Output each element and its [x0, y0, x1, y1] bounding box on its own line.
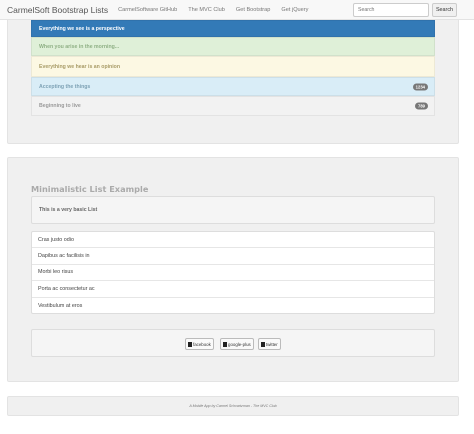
list-group-item-info[interactable]: Accepting the things 1234 — [31, 77, 435, 96]
list-item[interactable]: Morbi leo risus — [32, 265, 434, 282]
list-item[interactable]: Dapibus ac facilisis in — [32, 248, 434, 265]
navbar: CarmelSoft Bootstrap Lists CarmelSoftwar… — [0, 0, 474, 20]
search-button[interactable]: Search — [432, 3, 457, 17]
twitter-label: twitter — [266, 341, 278, 347]
count-badge: 789 — [415, 102, 428, 110]
twitter-button[interactable]: twitter — [258, 338, 281, 350]
google-plus-button[interactable]: google-plus — [220, 338, 254, 350]
list-group-item-success[interactable]: When you arise in the morning... — [31, 37, 435, 56]
google-plus-label: google-plus — [228, 341, 251, 347]
simple-list: Cras justo odio Dapibus ac facilisis in … — [31, 231, 435, 314]
facebook-icon — [188, 341, 192, 347]
facebook-label: facebook — [193, 341, 211, 347]
footer: A Mobile App by Carmel Schvartzman - The… — [7, 396, 459, 416]
panel-heading: This is a very basic List — [31, 196, 435, 224]
count-badge: 1234 — [412, 83, 428, 90]
list-item[interactable]: Cras justo odio — [32, 232, 434, 249]
list-item[interactable]: Vestibulum at eros — [32, 298, 434, 314]
list-group-item-active[interactable]: Everything we see is a perspective — [31, 20, 435, 37]
social-panel: facebook google-plus twitter — [31, 329, 435, 357]
list-item-label: Beginning to live — [39, 103, 81, 109]
list-item-label: Accepting the things — [39, 83, 91, 90]
section-heading: Minimalistic List Example — [31, 184, 149, 194]
list-item-label: When you arise in the morning... — [39, 43, 120, 50]
list-item-label: Everything we hear is an opinion — [39, 63, 120, 70]
brand-link[interactable]: CarmelSoft Bootstrap Lists — [7, 5, 108, 15]
nav-link-github[interactable]: CarmelSoftware GitHub — [118, 7, 177, 13]
list-item-label: Everything we see is a perspective — [39, 25, 125, 32]
twitter-icon — [261, 341, 265, 347]
list-item[interactable]: Porta ac consectetur ac — [32, 281, 434, 298]
nav-link-get-jquery[interactable]: Get jQuery — [281, 7, 308, 13]
google-plus-icon — [223, 341, 227, 347]
list-group-item-warning[interactable]: Everything we hear is an opinion — [31, 56, 435, 77]
list-group-item-default[interactable]: Beginning to live 789 — [31, 96, 435, 116]
footer-text: A Mobile App by Carmel Schvartzman - The… — [189, 404, 277, 408]
facebook-button[interactable]: facebook — [185, 338, 214, 350]
nav-link-get-bootstrap[interactable]: Get Bootstrap — [236, 7, 271, 13]
search-input[interactable] — [353, 3, 429, 17]
nav-link-mvc-club[interactable]: The MVC Club — [188, 7, 225, 13]
